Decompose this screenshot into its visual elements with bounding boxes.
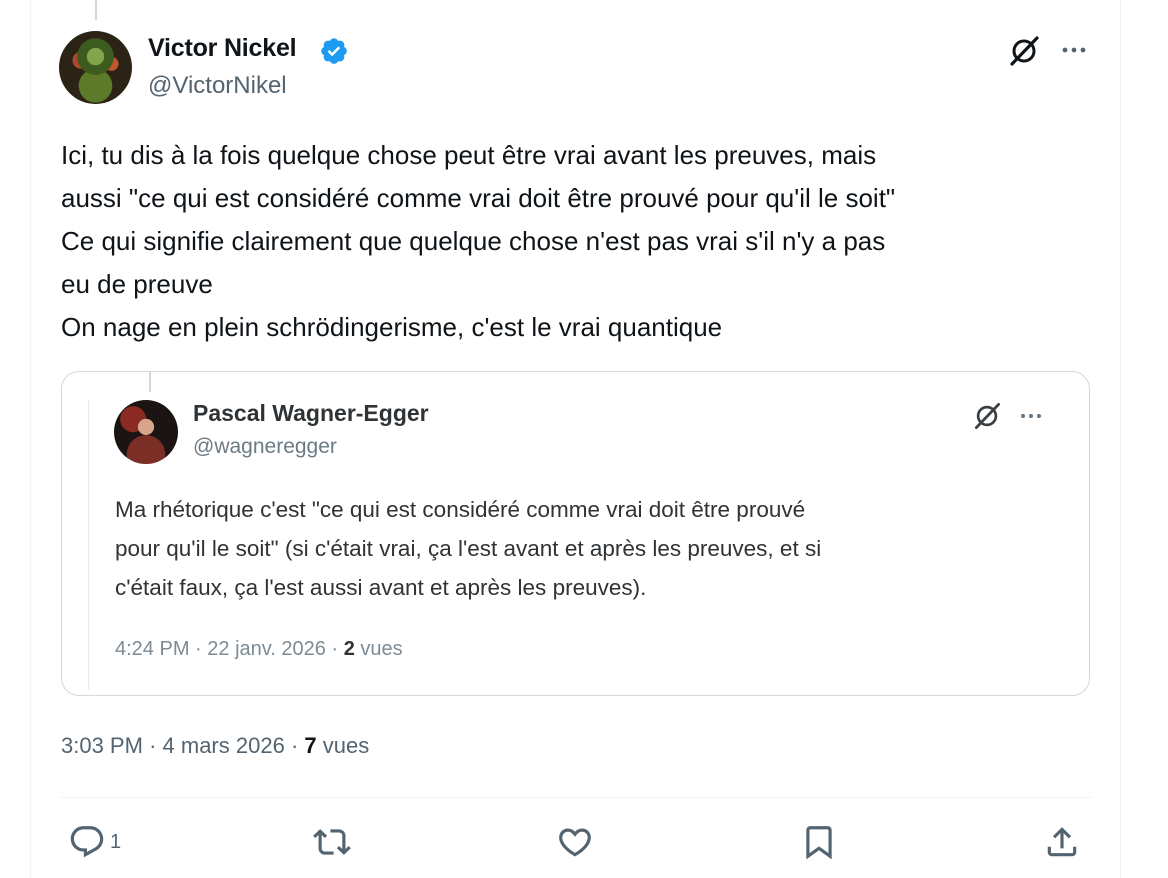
quote-text: Ma rhétorique c'est "ce qui est considér… <box>115 490 1075 607</box>
bookmark-icon <box>806 826 832 860</box>
tweet-views-label: vues <box>322 733 370 758</box>
thread-connector-line <box>95 0 97 20</box>
quote-time: 4:24 PM <box>115 638 190 660</box>
reply-count: 1 <box>110 830 122 853</box>
separator: · <box>331 638 339 660</box>
reply-button[interactable]: 1 <box>68 822 121 862</box>
tweet-text-line: aussi "ce qui est considéré comme vrai d… <box>61 183 896 213</box>
separator: · <box>290 733 299 758</box>
tweet-text-line: eu de preuve <box>61 269 213 299</box>
quote-inner-border <box>88 400 89 690</box>
tweet-time: 3:03 PM <box>61 733 143 758</box>
quoted-tweet-card[interactable]: Pascal Wagner-Egger @wagneregger Ma rhét… <box>61 371 1090 696</box>
tweet-date: 4 mars 2026 <box>162 733 285 758</box>
bookmark-button[interactable] <box>800 822 838 862</box>
tweet-text-line: Ce qui signifie clairement que quelque c… <box>61 226 886 256</box>
like-button[interactable] <box>556 822 598 862</box>
quote-timestamp[interactable]: 4:24 PM · 22 janv. 2026 · 2 vues <box>115 638 403 661</box>
author-handle[interactable]: @VictorNikel <box>148 72 287 100</box>
quote-text-line: pour qu'il le soit" (si c'était vrai, ça… <box>115 536 822 561</box>
grok-icon[interactable] <box>1006 33 1042 69</box>
more-options-icon[interactable] <box>1058 36 1090 64</box>
timeline-right-border <box>1120 0 1121 878</box>
quote-thread-connector-line <box>149 372 151 392</box>
verified-badge-icon <box>321 38 347 64</box>
retweet-icon <box>313 829 351 855</box>
tweet-text: Ici, tu dis à la fois quelque chose peut… <box>61 134 1091 349</box>
quote-text-line: c'était faux, ça l'est aussi avant et ap… <box>115 575 647 600</box>
author-name[interactable]: Victor Nickel <box>148 34 297 63</box>
tweet-text-line: Ici, tu dis à la fois quelque chose peut… <box>61 140 877 170</box>
quote-author-avatar[interactable] <box>114 400 178 464</box>
author-avatar[interactable] <box>59 31 132 104</box>
quote-date: 22 janv. 2026 <box>207 638 326 660</box>
quote-more-options-icon[interactable] <box>1017 404 1045 428</box>
quote-text-line: Ma rhétorique c'est "ce qui est considér… <box>115 497 806 522</box>
timeline-left-border <box>30 0 31 878</box>
share-button[interactable] <box>1043 822 1081 862</box>
retweet-button[interactable] <box>313 822 355 862</box>
tweet-timestamp[interactable]: 3:03 PM · 4 mars 2026 · 7 vues <box>61 733 369 759</box>
quote-views-count: 2 <box>343 638 355 660</box>
reply-icon <box>70 826 104 858</box>
separator: · <box>149 733 157 758</box>
tweet-text-line: On nage en plein schrödingerisme, c'est … <box>61 312 723 342</box>
action-bar-divider <box>61 797 1091 798</box>
quote-author-name[interactable]: Pascal Wagner-Egger <box>193 400 429 427</box>
separator: · <box>195 638 202 660</box>
tweet-views-count: 7 <box>304 733 317 758</box>
share-icon <box>1047 827 1077 857</box>
quote-grok-icon[interactable] <box>971 400 1003 432</box>
like-icon <box>559 828 591 857</box>
quote-views-label: vues <box>360 638 403 660</box>
quote-author-handle[interactable]: @wagneregger <box>193 435 337 459</box>
